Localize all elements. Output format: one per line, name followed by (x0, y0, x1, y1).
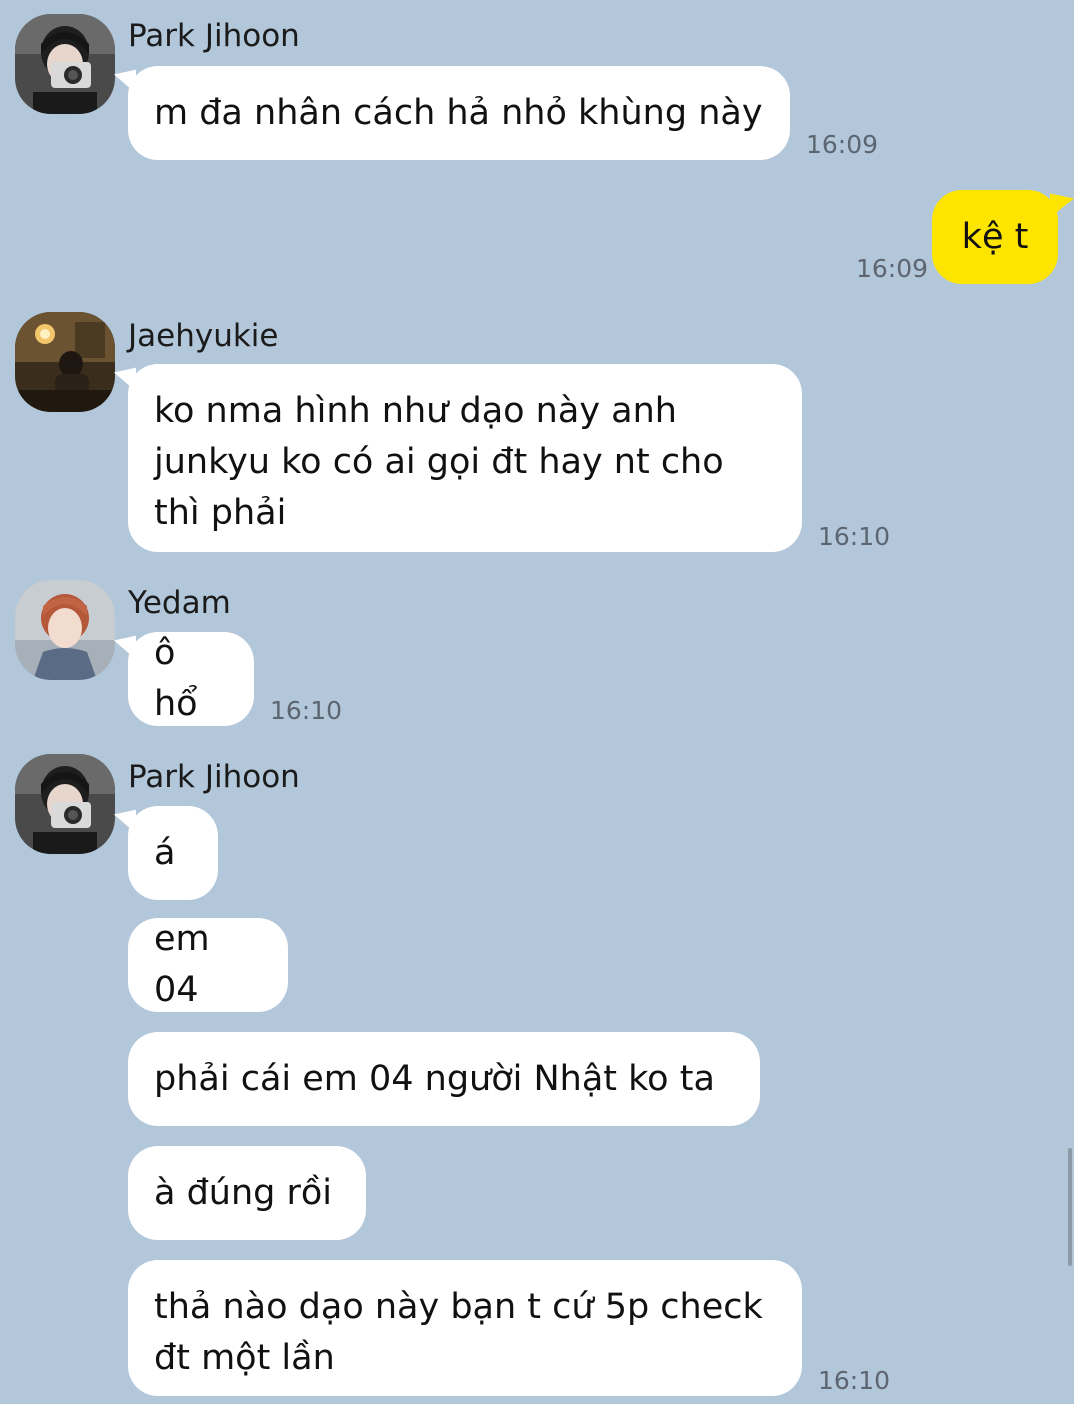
message-text: m đa nhân cách hả nhỏ khùng này (154, 92, 763, 133)
avatar-park-jihoon[interactable] (15, 754, 115, 854)
person-with-camera-icon (15, 14, 115, 114)
message-text: phải cái em 04 người Nhật ko ta (154, 1058, 715, 1099)
message-text: em 04 (154, 919, 210, 1010)
message-text: ô hổ (154, 633, 198, 724)
person-with-camera-icon (15, 754, 115, 854)
sender-name: Park Jihoon (128, 759, 300, 795)
message-bubble[interactable]: ô hổ (128, 632, 254, 726)
sender-name: Park Jihoon (128, 18, 300, 54)
message-bubble[interactable]: à đúng rồi (128, 1146, 366, 1240)
message-bubble[interactable]: ko nma hình như dạo này anh junkyu ko có… (128, 364, 802, 552)
avatar-park-jihoon[interactable] (15, 14, 115, 114)
avatar-yedam[interactable] (15, 580, 115, 680)
scrollbar[interactable] (1068, 1148, 1072, 1266)
avatar-jaehyukie[interactable] (15, 312, 115, 412)
sender-name: Yedam (128, 585, 231, 621)
message-time: 16:10 (818, 1366, 891, 1395)
my-message-bubble[interactable]: kệ t (932, 190, 1058, 284)
message-text: á (154, 832, 176, 873)
message-text: ko nma hình như dạo này anh junkyu ko có… (154, 391, 724, 533)
message-text: kệ t (961, 216, 1029, 257)
person-portrait-icon (15, 580, 115, 680)
message-time: 16:09 (856, 254, 929, 283)
message-bubble[interactable]: thả nào dạo này bạn t cứ 5p check đt một… (128, 1260, 802, 1396)
message-time: 16:10 (818, 522, 891, 551)
message-bubble[interactable]: m đa nhân cách hả nhỏ khùng này (128, 66, 790, 160)
message-text: thả nào dạo này bạn t cứ 5p check đt một… (154, 1287, 763, 1378)
message-bubble[interactable]: phải cái em 04 người Nhật ko ta (128, 1032, 760, 1126)
message-time: 16:10 (270, 696, 343, 725)
message-text: à đúng rồi (154, 1172, 333, 1213)
person-in-room-icon (15, 312, 115, 412)
message-bubble[interactable]: á (128, 806, 218, 900)
message-time: 16:09 (806, 130, 879, 159)
sender-name: Jaehyukie (128, 318, 279, 354)
message-bubble[interactable]: em 04 (128, 918, 288, 1012)
